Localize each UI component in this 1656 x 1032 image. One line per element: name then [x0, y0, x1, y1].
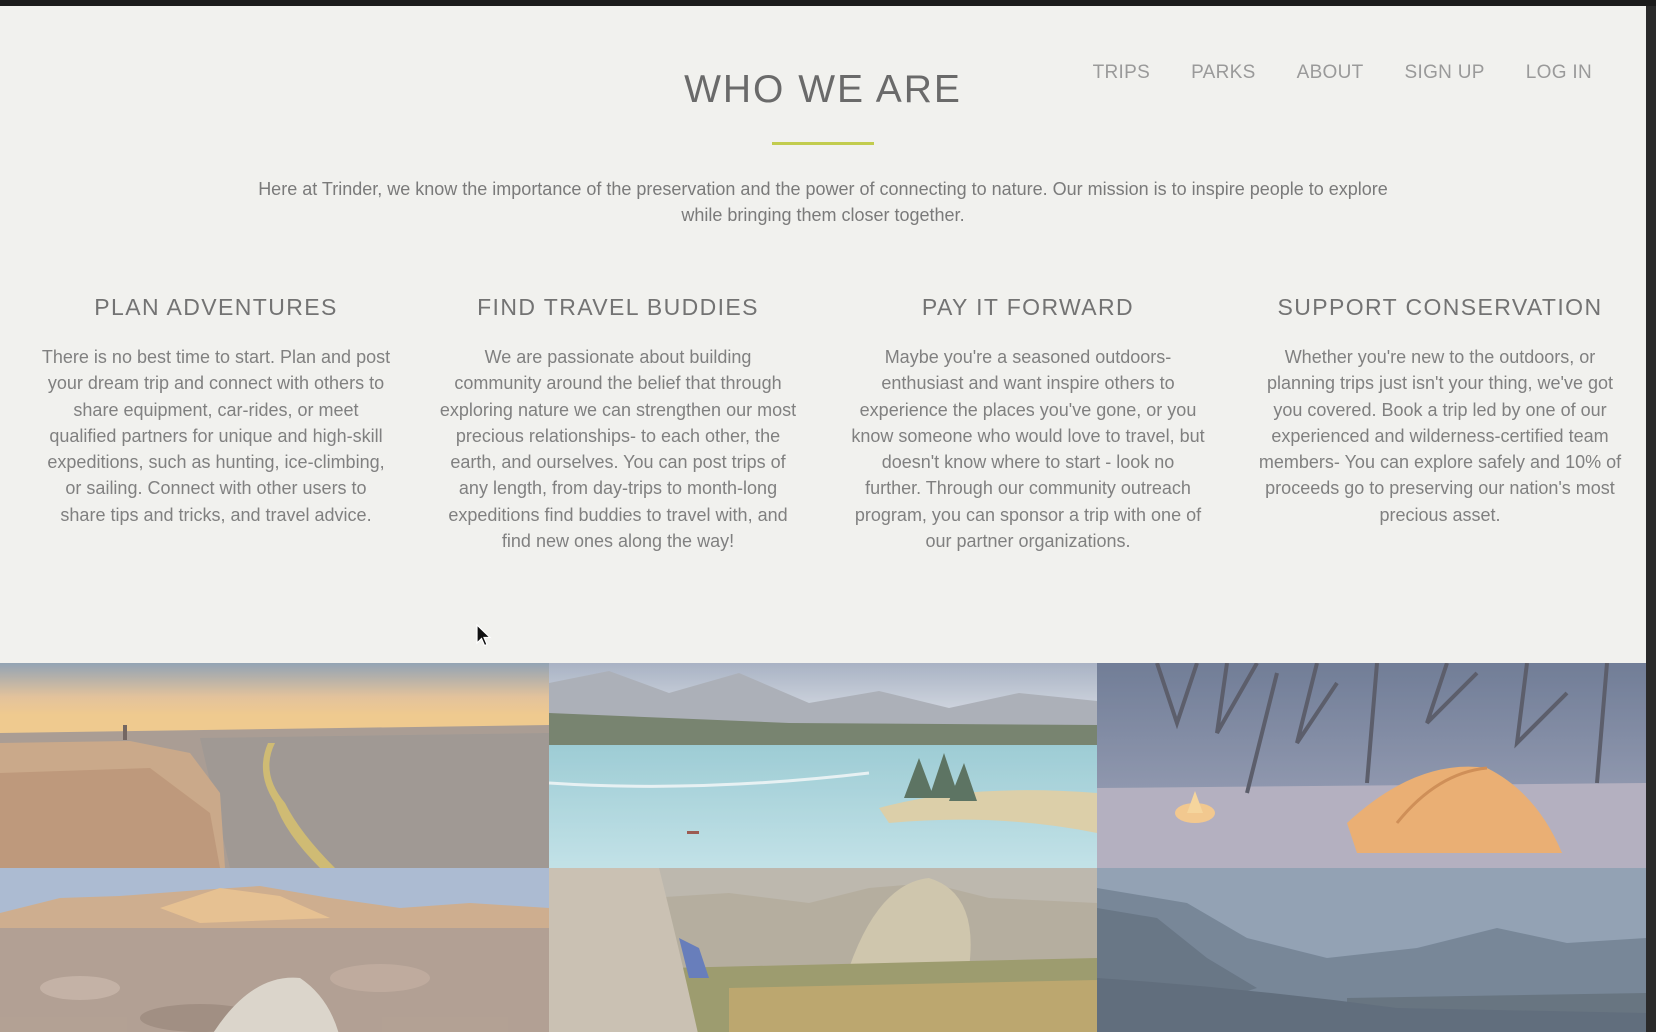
window-edge: [1646, 6, 1656, 1032]
feature-description: There is no best time to start. Plan and…: [41, 347, 391, 525]
section-title: WHO WE ARE: [684, 68, 962, 111]
feature-description: Maybe you're a seasoned outdoors- enthus…: [851, 347, 1205, 552]
rock-climber-valley-photo: [549, 868, 1097, 1032]
photo-gallery: [0, 663, 1646, 1032]
feature-find-travel-buddies: FIND TRAVEL BUDDIES We are passionate ab…: [432, 294, 804, 554]
mouse-cursor-icon: [476, 624, 492, 647]
title-underline: [772, 142, 874, 145]
mountain-lake-photo: [549, 663, 1097, 868]
feature-plan-adventures: PLAN ADVENTURES There is no best time to…: [40, 294, 392, 528]
feature-pay-it-forward: PAY IT FORWARD Maybe you're a seasoned o…: [842, 294, 1214, 554]
feature-support-conservation: SUPPORT CONSERVATION Whether you're new …: [1250, 294, 1630, 528]
blue-mountain-forest-photo: [1097, 868, 1646, 1032]
rocky-campsite-tent-photo: [0, 868, 549, 1032]
feature-description: Whether you're new to the outdoors, or p…: [1258, 347, 1622, 525]
feature-description: We are passionate about building communi…: [439, 347, 797, 552]
page: TRIPS PARKS ABOUT SIGN UP LOG IN WHO WE …: [0, 6, 1646, 1032]
feature-title: SUPPORT CONSERVATION: [1277, 294, 1603, 320]
feature-title: PAY IT FORWARD: [921, 294, 1135, 320]
mission-statement: Here at Trinder, we know the importance …: [258, 179, 1388, 225]
feature-title: PLAN ADVENTURES: [94, 294, 338, 320]
feature-title: FIND TRAVEL BUDDIES: [477, 294, 759, 320]
canyon-sunset-photo: [0, 663, 549, 868]
tent-campfire-night-photo: [1097, 663, 1646, 868]
